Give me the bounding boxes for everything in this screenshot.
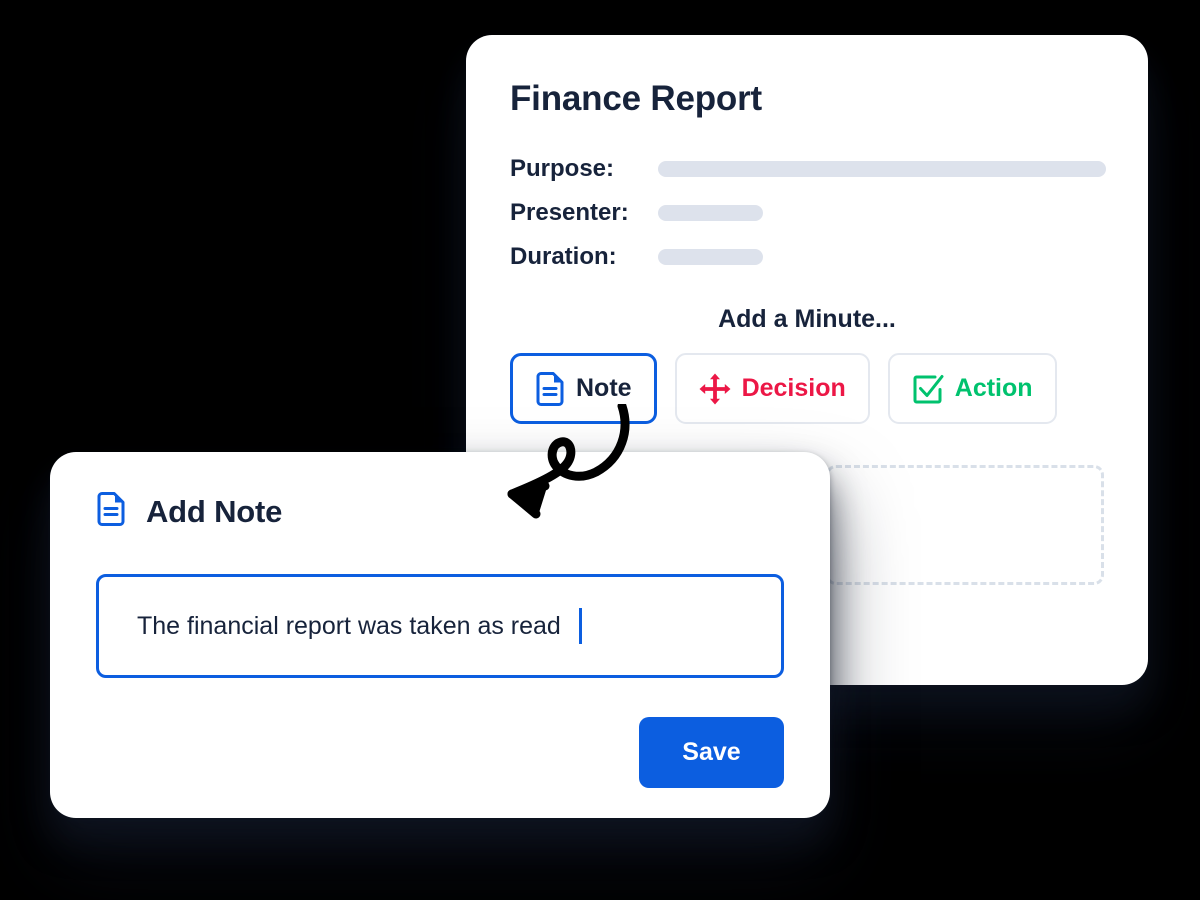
meta-row-presenter: Presenter: [510, 191, 1110, 235]
document-note-icon [96, 492, 126, 531]
save-button[interactable]: Save [639, 717, 784, 788]
meta-value-placeholder-duration [658, 249, 763, 265]
minute-type-button-group: Note Decision Action [510, 353, 1057, 424]
meta-value-placeholder-presenter [658, 205, 763, 221]
minute-dropzone[interactable] [826, 465, 1104, 585]
add-action-button-label: Action [954, 374, 1033, 402]
note-text-input[interactable]: The financial report was taken as read [96, 574, 784, 678]
add-note-dialog-header: Add Note [96, 492, 282, 531]
add-decision-button-label: Decision [741, 374, 846, 402]
meta-label-presenter: Presenter: [510, 199, 629, 226]
screenshot-stage: Finance Report Purpose: Presenter: Durat… [0, 0, 1200, 900]
four-way-arrow-icon [699, 373, 731, 405]
meta-value-placeholder-purpose [658, 161, 1106, 177]
text-cursor [578, 608, 582, 644]
page-title: Finance Report [510, 79, 762, 118]
meta-row-duration: Duration: [510, 235, 1110, 279]
note-text-input-value: The financial report was taken as read [137, 611, 561, 640]
add-action-button[interactable]: Action [887, 353, 1057, 424]
add-note-dialog: Add Note The financial report was taken … [50, 452, 830, 818]
add-note-dialog-title: Add Note [146, 493, 283, 529]
meta-label-duration: Duration: [510, 243, 617, 270]
report-meta-list: Purpose: Presenter: Duration: [510, 147, 1110, 279]
add-minute-heading: Add a Minute... [718, 305, 896, 333]
meta-label-purpose: Purpose: [510, 155, 615, 182]
meta-row-purpose: Purpose: [510, 147, 1110, 191]
add-note-button-label: Note [576, 374, 632, 402]
checkbox-check-icon [912, 373, 944, 405]
add-decision-button[interactable]: Decision [674, 353, 870, 424]
add-note-button[interactable]: Note [510, 353, 657, 424]
document-note-icon [535, 371, 565, 406]
